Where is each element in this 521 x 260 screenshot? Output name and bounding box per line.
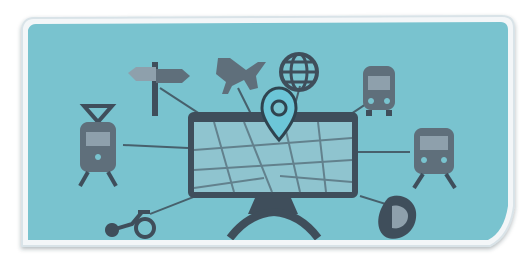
bus-icon <box>363 66 395 116</box>
illustration-frame <box>0 0 521 260</box>
travel-transport-illustration <box>0 0 521 260</box>
